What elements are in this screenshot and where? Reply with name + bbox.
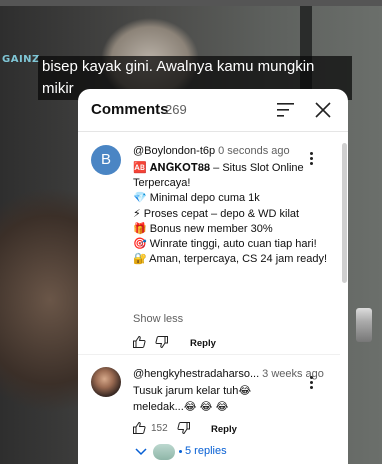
comment-divider xyxy=(78,354,340,355)
channel-watermark: GAINZ xyxy=(2,54,40,65)
avatar[interactable] xyxy=(91,367,121,397)
comments-header: Comments 269 xyxy=(78,89,348,132)
dislike-icon[interactable] xyxy=(155,335,169,349)
dislike-icon[interactable] xyxy=(177,421,191,435)
comment-line: 🎯 Winrate tinggi, auto cuan tiap hari! xyxy=(133,238,317,251)
sort-icon[interactable] xyxy=(276,101,296,119)
comment-line: 🔐 Aman, terpercaya, CS 24 jam ready! xyxy=(133,253,328,266)
comment-text: Tusuk jarum kelar tuh😂 meledak...😂 😂 😂 xyxy=(133,383,333,415)
creator-reply-avatar xyxy=(153,444,175,460)
reply-button[interactable]: Reply xyxy=(211,424,237,435)
comments-scrollbar[interactable] xyxy=(340,133,348,464)
caption-line-1: bisep kayak gini. Awalnya kamu mungkin xyxy=(42,58,315,75)
comments-panel: Comments 269 B @Boylondon-t6p 0 seconds a… xyxy=(78,89,348,464)
avatar[interactable]: B xyxy=(91,145,121,175)
like-count: 152 xyxy=(151,423,168,434)
like-icon[interactable] xyxy=(132,421,146,435)
comment-text: 🆎 𝐀𝐍𝐆𝐊𝐎𝐓𝟖𝟖 – Situs Slot Online Terpercay… xyxy=(133,161,333,267)
comments-title: Comments xyxy=(91,101,169,118)
comments-count: 269 xyxy=(165,102,187,117)
close-icon[interactable] xyxy=(314,101,332,119)
comment-time[interactable]: 0 seconds ago xyxy=(218,145,290,157)
comment-time[interactable]: 3 weeks ago xyxy=(262,368,324,380)
comment-line: meledak...😂 😂 😂 xyxy=(133,401,229,413)
comment-line: ⚡ Proses cepat – depo & WD kilat xyxy=(133,207,300,220)
comment-header: @hengkyhestradaharso... 3 weeks ago xyxy=(133,368,324,380)
wall-lamp xyxy=(356,308,372,342)
comment-line: 🆎 𝐀𝐍𝐆𝐊𝐎𝐓𝟖𝟖 – Situs Slot Online Terpercay… xyxy=(133,162,304,190)
like-icon[interactable] xyxy=(132,335,146,349)
chevron-down-icon xyxy=(135,448,147,456)
comment-line: 💎 Minimal depo cuma 1k xyxy=(133,192,260,205)
comment-line: 🎁 Bonus new member 30% xyxy=(133,222,273,235)
scrollbar-thumb[interactable] xyxy=(342,143,347,283)
comment-author[interactable]: @hengkyhestradaharso... xyxy=(133,368,259,380)
comment-header: @Boylondon-t6p 0 seconds ago xyxy=(133,145,290,157)
replies-count[interactable]: 5 replies xyxy=(185,445,227,457)
show-less-button[interactable]: Show less xyxy=(133,313,183,325)
reply-button[interactable]: Reply xyxy=(190,338,216,349)
separator-dot xyxy=(179,450,182,453)
comment-line: Tusuk jarum kelar tuh😂 xyxy=(133,385,252,397)
comment-author[interactable]: @Boylondon-t6p xyxy=(133,145,215,157)
